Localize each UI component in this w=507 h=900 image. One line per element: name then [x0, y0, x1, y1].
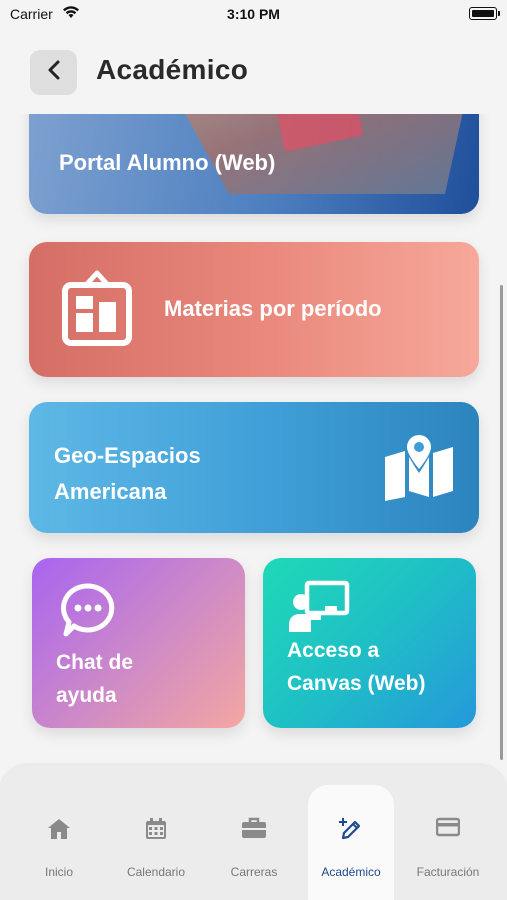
chat-ayuda-label: Chat de ayuda — [56, 646, 133, 712]
briefcase-icon — [209, 817, 299, 845]
header: Académico — [0, 40, 507, 104]
tab-carreras[interactable]: Carreras — [209, 785, 299, 900]
page-title: Académico — [96, 54, 249, 85]
tab-facturacion[interactable]: Facturación — [403, 785, 493, 900]
back-button[interactable] — [30, 50, 77, 95]
geo-espacios-card[interactable]: Geo-Espacios Americana — [29, 402, 479, 533]
canvas-label: Acceso a Canvas (Web) — [287, 634, 425, 700]
card-list[interactable]: Portal Alumno (Web) Materias por período… — [0, 114, 507, 764]
battery-icon — [469, 7, 500, 20]
geo-label-line2: Americana — [54, 479, 167, 504]
home-icon — [14, 817, 104, 845]
tab-bar: Inicio Calendario Carreras Académico Fac… — [0, 765, 507, 900]
materias-label: Materias por período — [164, 296, 382, 321]
tab-label: Académico — [321, 865, 381, 879]
status-time: 3:10 PM — [227, 6, 280, 22]
portal-alumno-card[interactable]: Portal Alumno (Web) — [29, 114, 479, 214]
scrollbar[interactable] — [500, 285, 503, 760]
tab-label: Inicio — [44, 865, 73, 879]
map-pin-icon — [383, 435, 455, 506]
canvas-label-line2: Canvas (Web) — [287, 672, 426, 695]
canvas-label-line1: Acceso a — [287, 639, 380, 662]
pencil-sparkle-icon — [308, 817, 394, 845]
chat-label-line1: Chat de — [56, 651, 134, 674]
presentation-icon — [287, 580, 351, 639]
geo-label-line1: Geo-Espacios — [54, 443, 201, 468]
canvas-card[interactable]: Acceso a Canvas (Web) — [263, 558, 476, 728]
chevron-left-icon — [46, 59, 62, 86]
portal-alumno-label: Portal Alumno (Web) — [59, 150, 276, 175]
chat-label-line2: ayuda — [56, 684, 117, 707]
card-icon — [403, 817, 493, 845]
geo-espacios-label: Geo-Espacios Americana — [54, 438, 201, 510]
status-bar: Carrier 3:10 PM — [0, 0, 507, 30]
tab-calendario[interactable]: Calendario — [111, 785, 201, 900]
board-icon — [61, 268, 133, 353]
materias-card[interactable]: Materias por período — [29, 242, 479, 377]
chat-bubble-icon — [60, 582, 116, 643]
chat-ayuda-card[interactable]: Chat de ayuda — [32, 558, 245, 728]
tab-label: Facturación — [416, 865, 480, 879]
tab-academico[interactable]: Académico — [308, 785, 394, 900]
calendar-icon — [111, 817, 201, 845]
tab-label: Calendario — [126, 865, 186, 879]
tab-label: Carreras — [230, 865, 278, 879]
tab-inicio[interactable]: Inicio — [14, 785, 104, 900]
